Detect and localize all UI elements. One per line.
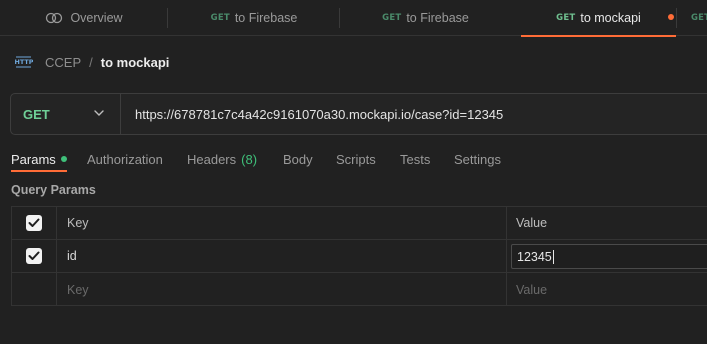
request-name[interactable]: to mockapi — [101, 55, 170, 70]
tab-params[interactable]: Params — [11, 148, 67, 172]
url-input[interactable]: https://678781c7c4a42c9161070a30.mockapi… — [135, 94, 503, 134]
breadcrumb-collection[interactable]: CCEP — [45, 55, 81, 70]
chevron-down-icon — [94, 110, 104, 116]
tab-label: to Firebase — [406, 11, 469, 25]
query-params-title: Query Params — [11, 183, 96, 197]
checkmark-icon — [28, 218, 40, 227]
unsaved-changes-dot — [668, 14, 674, 20]
tab-settings-label: Settings — [454, 151, 501, 167]
row-checkbox-cell — [12, 240, 57, 272]
tab-body-label: Body — [283, 151, 313, 167]
table-row-empty: Key Value — [12, 273, 707, 306]
table-row: id 12345 — [12, 240, 707, 273]
tab-settings[interactable]: Settings — [454, 148, 501, 170]
param-value-text: 12345 — [517, 249, 552, 264]
tab-headers-label: Headers — [187, 151, 237, 167]
request-tab-bar: Overview GET to Firebase GET to Firebase… — [0, 0, 707, 37]
query-params-table: Key Value id 12345 Key Value — [11, 206, 707, 306]
row-enabled-checkbox[interactable] — [26, 248, 42, 264]
tab-method: GET — [691, 13, 707, 23]
column-header-value: Value — [516, 216, 548, 230]
method-label: GET — [23, 106, 50, 122]
tab-body[interactable]: Body — [283, 148, 313, 170]
tab-tests-label: Tests — [400, 151, 431, 167]
request-subtabs: Params Authorization Headers (8) Body Sc… — [0, 148, 707, 172]
new-param-value-field[interactable]: Value — [516, 273, 547, 306]
request-url-bar: GET https://678781c7c4a42c9161070a30.moc… — [10, 93, 707, 135]
breadcrumb-separator: / — [89, 54, 93, 70]
tab-label: to mockapi — [580, 11, 641, 25]
table-header-row: Key Value — [12, 207, 707, 240]
headers-count: (8) — [241, 151, 258, 167]
tab-method: GET — [556, 13, 576, 23]
tab-method: GET — [210, 13, 230, 23]
tab-label: Overview — [70, 11, 123, 25]
tab-scripts[interactable]: Scripts — [336, 148, 376, 170]
svg-text:HTTP: HTTP — [15, 58, 34, 66]
tab-method: GET — [382, 13, 402, 23]
tab-authorization[interactable]: Authorization — [87, 148, 163, 170]
param-key-field[interactable]: id — [67, 240, 77, 272]
tab-params-label: Params — [11, 151, 56, 167]
tab-headers[interactable]: Headers (8) — [187, 148, 257, 170]
method-select[interactable]: GET — [11, 94, 121, 134]
column-divider — [506, 273, 507, 306]
select-all-checkbox[interactable] — [26, 215, 42, 231]
column-header-key: Key — [67, 216, 89, 230]
tab-overview[interactable]: Overview — [0, 0, 168, 36]
param-value-field[interactable]: 12345 — [511, 244, 707, 269]
breadcrumb: HTTP CCEP / to mockapi — [14, 52, 170, 72]
tab-scripts-label: Scripts — [336, 151, 376, 167]
params-active-indicator — [60, 156, 67, 162]
row-checkbox-cell — [12, 273, 57, 306]
checkmark-icon — [28, 251, 40, 260]
tab-request-active[interactable]: GET to mockapi — [521, 0, 676, 37]
overview-icon — [46, 12, 63, 24]
tab-request[interactable]: GET to Firebase — [168, 0, 340, 36]
text-caret — [552, 249, 554, 264]
tab-request[interactable]: GET to Firebase — [340, 0, 511, 36]
tab-label: to Firebase — [234, 11, 298, 25]
tab-request-partial[interactable]: GET — [676, 0, 707, 36]
http-request-icon: HTTP — [15, 56, 34, 68]
tab-separator — [676, 8, 677, 28]
column-divider — [506, 207, 507, 239]
column-divider — [506, 240, 507, 272]
select-all-cell — [12, 207, 57, 239]
new-param-key-field[interactable]: Key — [67, 273, 89, 306]
tab-authorization-label: Authorization — [87, 151, 163, 167]
tab-tests[interactable]: Tests — [400, 148, 430, 170]
